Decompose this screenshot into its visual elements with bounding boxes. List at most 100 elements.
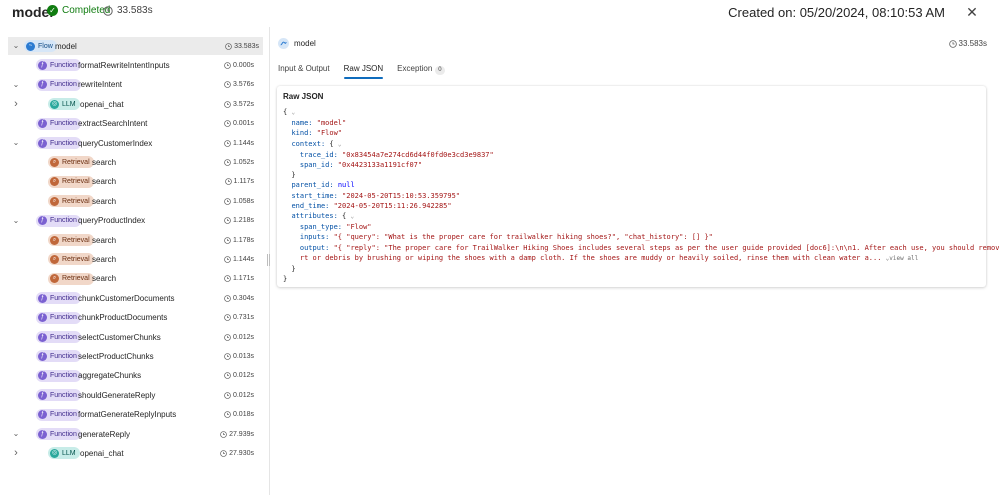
tree-row-search[interactable]: ⌕ Retrieval search 1.117s bbox=[0, 173, 266, 191]
tab-input-output[interactable]: Input & Output bbox=[278, 62, 330, 82]
view-all-link[interactable]: ⌄view all bbox=[886, 255, 919, 262]
function-icon: ƒ bbox=[38, 80, 47, 90]
span-kind-badge: ⌕ Retrieval bbox=[48, 253, 94, 266]
tree-row-formatgeneratereplyinputs[interactable]: ƒ Function formatGenerateReplyInputs 0.018s bbox=[0, 406, 266, 424]
badge-label: Retrieval bbox=[62, 197, 90, 205]
function-icon: ƒ bbox=[38, 351, 47, 361]
close-button[interactable]: ✕ bbox=[965, 5, 979, 19]
span-duration: 1.052s bbox=[224, 159, 254, 166]
span-kind-badge: ⌕ Retrieval bbox=[48, 175, 94, 188]
tree-row-chunkproductdocuments[interactable]: ƒ Function chunkProductDocuments 0.731s bbox=[0, 309, 266, 327]
json-line: } bbox=[283, 275, 288, 284]
badge-label: Function bbox=[50, 61, 77, 69]
chevron-right-icon[interactable]: › bbox=[11, 99, 21, 110]
span-kind-badge: ƒ Function bbox=[36, 117, 81, 130]
json-line: { ⌄ bbox=[283, 108, 296, 116]
tab-exception[interactable]: Exception 0 bbox=[397, 62, 445, 82]
clock-icon bbox=[224, 275, 231, 283]
clock-icon bbox=[225, 42, 232, 50]
tree-row-openai-chat[interactable]: › ◎ LLM openai_chat 27.930s bbox=[0, 444, 266, 462]
created-timestamp: Created on: 05/20/2024, 08:10:53 AM bbox=[728, 5, 945, 20]
json-line: trace_id: "0x83454a7e274cd6d44f0fd0e3cd3… bbox=[299, 150, 494, 159]
json-line: output: "{ "reply": "The proper care for… bbox=[299, 243, 999, 252]
span-name: formatRewriteIntentInputs bbox=[78, 60, 170, 70]
span-duration: 0.012s bbox=[224, 334, 254, 341]
chevron-right-icon[interactable]: › bbox=[11, 448, 21, 459]
chevron-down-icon[interactable]: ⌄ bbox=[11, 41, 21, 51]
json-line: inputs: "{ "query": "What is the proper … bbox=[299, 233, 713, 242]
json-line: } bbox=[283, 265, 296, 274]
badge-label: Retrieval bbox=[62, 178, 90, 186]
clock-icon bbox=[224, 411, 231, 418]
function-icon: ƒ bbox=[38, 429, 47, 439]
duration-text: 1.178s bbox=[232, 236, 254, 244]
retrieval-icon: ⌕ bbox=[50, 235, 59, 245]
span-name: generateReply bbox=[78, 429, 131, 439]
tree-row-search[interactable]: ⌕ Retrieval search 1.178s bbox=[0, 231, 266, 249]
duration-text: 33.583s bbox=[234, 42, 259, 50]
span-kind-badge: ƒ Function bbox=[36, 408, 81, 421]
tree-row-selectproductchunks[interactable]: ƒ Function selectProductChunks 0.013s bbox=[0, 347, 266, 365]
function-icon: ƒ bbox=[38, 332, 47, 342]
badge-label: Retrieval bbox=[62, 255, 90, 263]
duration-text: 33.583s bbox=[117, 5, 153, 16]
tree-row-selectcustomerchunks[interactable]: ƒ Function selectCustomerChunks 0.012s bbox=[0, 328, 266, 346]
tab-label: Exception bbox=[397, 64, 433, 73]
span-duration: 0.018s bbox=[224, 411, 254, 418]
tree-row-search[interactable]: ⌕ Retrieval search 1.052s bbox=[0, 153, 266, 171]
span-kind-badge: ƒ Function bbox=[36, 331, 81, 343]
tab-raw-json[interactable]: Raw JSON bbox=[343, 62, 383, 82]
llm-icon: ◎ bbox=[50, 448, 59, 458]
span-kind-badge: ⌕ Retrieval bbox=[48, 195, 94, 208]
retrieval-icon: ⌕ bbox=[50, 177, 59, 187]
span-name: selectProductChunks bbox=[78, 351, 154, 361]
span-kind-badge: ƒ Function bbox=[36, 292, 81, 305]
tree-row-chunkcustomerdocuments[interactable]: ƒ Function chunkCustomerDocuments 0.304s bbox=[0, 289, 266, 307]
tree-row-formatrewriteintentinputs[interactable]: ƒ Function formatRewriteIntentInputs 0.000s bbox=[0, 56, 266, 74]
span-duration: 3.576s bbox=[224, 81, 254, 88]
span-name: search bbox=[92, 274, 117, 284]
retrieval-icon: ⌕ bbox=[50, 196, 59, 206]
badge-label: Function bbox=[50, 372, 77, 380]
tree-row-shouldgeneratereply[interactable]: ƒ Function shouldGenerateReply 0.012s bbox=[0, 386, 266, 404]
function-icon: ƒ bbox=[38, 313, 47, 323]
trace-tree: ⌄ ~ Flow model 33.583s ƒ Function formatRewrite… bbox=[0, 37, 270, 495]
tree-row-rewriteintent[interactable]: ⌄ ƒ Function rewriteIntent 3.576s bbox=[0, 76, 266, 94]
collapse-icon[interactable]: ⌄ bbox=[338, 141, 342, 148]
json-line: end_time: "2024-05-20T15:11:26.942285" bbox=[291, 201, 452, 210]
tree-row-aggregatechunks[interactable]: ƒ Function aggregateChunks 0.012s bbox=[0, 367, 266, 385]
span-name: search bbox=[92, 177, 117, 187]
chevron-down-icon[interactable]: ⌄ bbox=[11, 429, 21, 439]
badge-label: Function bbox=[50, 294, 77, 302]
span-kind-badge: ƒ Function bbox=[36, 78, 81, 91]
badge-label: Function bbox=[50, 139, 77, 147]
duration-text: 1.218s bbox=[232, 217, 254, 225]
collapse-icon[interactable]: ⌄ bbox=[291, 109, 295, 116]
span-name: extractSearchIntent bbox=[78, 119, 148, 129]
span-kind-badge: ƒ Function bbox=[36, 214, 81, 227]
span-duration: 0.012s bbox=[224, 392, 254, 399]
clock-icon bbox=[224, 391, 231, 399]
tree-row-search[interactable]: ⌕ Retrieval search 1.058s bbox=[0, 192, 266, 210]
tree-row-queryproductindex[interactable]: ⌄ ƒ Function queryProductIndex 1.218s bbox=[0, 212, 266, 230]
json-line: attributes: { ⌄ bbox=[291, 212, 355, 221]
chevron-down-icon[interactable]: ⌄ bbox=[11, 138, 21, 148]
span-kind-badge: ƒ Function bbox=[36, 350, 81, 363]
tree-row-querycustomerindex[interactable]: ⌄ ƒ Function queryCustomerIndex 1.144s bbox=[0, 134, 266, 152]
badge-label: Retrieval bbox=[62, 236, 90, 244]
tree-row-extractsearchintent[interactable]: ƒ Function extractSearchIntent 0.001s bbox=[0, 115, 266, 133]
chevron-down-icon[interactable]: ⌄ bbox=[11, 216, 21, 226]
span-name: aggregateChunks bbox=[78, 371, 142, 381]
tree-row-generatereply[interactable]: ⌄ ƒ Function generateReply 27.939s bbox=[0, 425, 266, 443]
clock-icon bbox=[224, 353, 231, 360]
tree-row-search[interactable]: ⌕ Retrieval search 1.171s bbox=[0, 270, 266, 288]
tree-row-openai-chat[interactable]: › ◎ LLM openai_chat 3.572s bbox=[0, 95, 266, 113]
chevron-down-icon[interactable]: ⌄ bbox=[11, 80, 21, 90]
json-viewer[interactable]: { ⌄ name: "model" kind: "Flow" context: … bbox=[283, 107, 999, 284]
clock-icon bbox=[224, 120, 231, 127]
collapse-icon[interactable]: ⌄ bbox=[350, 213, 354, 220]
tree-row-model[interactable]: ⌄ ~ Flow model 33.583s bbox=[8, 37, 263, 55]
tree-row-search[interactable]: ⌕ Retrieval search 1.144s bbox=[0, 250, 266, 268]
span-name: chunkCustomerDocuments bbox=[78, 293, 175, 303]
clock-icon bbox=[948, 39, 957, 48]
